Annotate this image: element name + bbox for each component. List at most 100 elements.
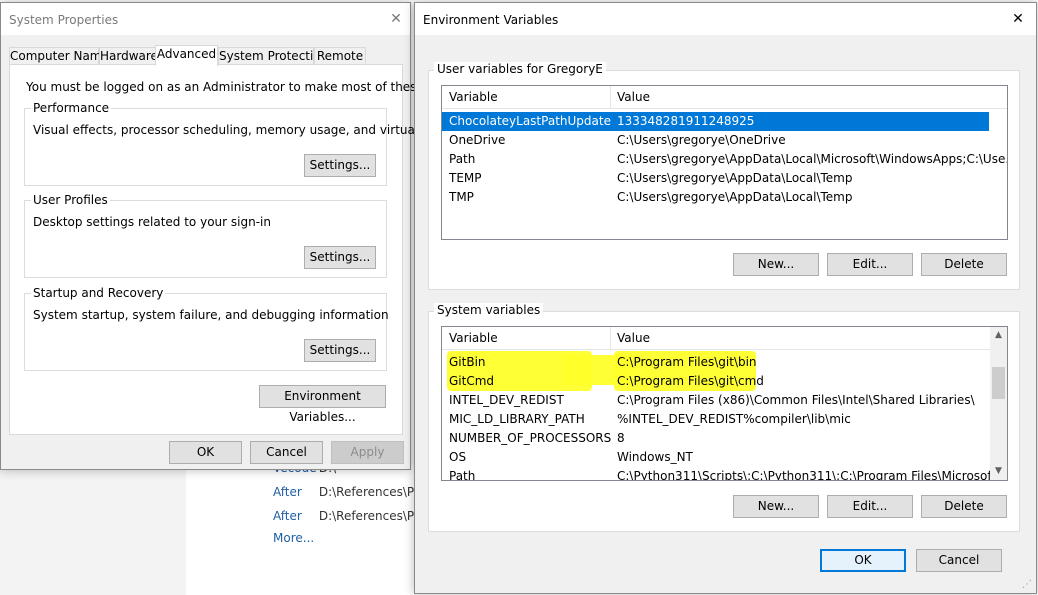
system-properties-titlebar[interactable]: System Properties ✕ bbox=[1, 3, 410, 35]
cancel-button[interactable]: Cancel bbox=[916, 549, 1002, 572]
resize-grip-icon[interactable]: ⋰ bbox=[1022, 579, 1034, 591]
row-value: 133348281911248925 bbox=[617, 114, 755, 128]
row-value: %INTEL_DEV_REDIST%compiler\lib\mic bbox=[617, 412, 851, 426]
column-header-variable[interactable]: Variable bbox=[449, 331, 498, 345]
system-variables-list[interactable]: Variable Value GitBin C:\Program Files\g… bbox=[441, 326, 1008, 481]
table-row[interactable]: OneDrive C:\Users\gregorye\OneDrive bbox=[442, 131, 989, 150]
scroll-down-icon[interactable]: ▼ bbox=[990, 463, 1007, 480]
user-variables-panel: User variables for GregoryE Variable Val… bbox=[428, 62, 1020, 290]
table-row[interactable]: TEMP C:\Users\gregorye\AppData\Local\Tem… bbox=[442, 169, 989, 188]
column-header-variable[interactable]: Variable bbox=[449, 90, 498, 104]
group-description: Visual effects, processor scheduling, me… bbox=[33, 123, 473, 137]
close-icon[interactable]: ✕ bbox=[1006, 7, 1030, 31]
row-variable: GitCmd bbox=[449, 374, 495, 388]
ok-button[interactable]: OK bbox=[820, 549, 906, 572]
user-delete-button[interactable]: Delete bbox=[921, 253, 1007, 276]
startup-recovery-settings-button[interactable]: Settings... bbox=[304, 339, 376, 362]
row-value: C:\Program Files\git\bin bbox=[617, 355, 757, 369]
user-edit-button[interactable]: Edit... bbox=[827, 253, 913, 276]
background-row-value: D:\References\Plu bbox=[318, 485, 426, 499]
close-icon[interactable]: ✕ bbox=[384, 7, 408, 31]
row-value: 8 bbox=[617, 431, 625, 445]
row-variable: Path bbox=[449, 469, 476, 481]
user-profiles-settings-button[interactable]: Settings... bbox=[304, 246, 376, 269]
table-row[interactable]: OS Windows_NT bbox=[442, 448, 989, 467]
row-variable: OS bbox=[449, 450, 467, 464]
performance-group: Performance Visual effects, processor sc… bbox=[24, 101, 472, 186]
group-description: Desktop settings related to your sign-in bbox=[33, 215, 271, 229]
user-profiles-group: User Profiles Desktop settings related t… bbox=[24, 193, 387, 278]
background-row: After D:\References\Plu bbox=[273, 485, 425, 499]
environment-variables-button[interactable]: Environment Variables... bbox=[259, 385, 386, 424]
group-label: Startup and Recovery bbox=[31, 286, 166, 300]
tab-advanced[interactable]: Advanced bbox=[155, 45, 218, 66]
table-row[interactable]: Path C:\Users\gregorye\AppData\Local\Mic… bbox=[442, 150, 1007, 169]
ok-button[interactable]: OK bbox=[169, 441, 242, 464]
tab-remote[interactable]: Remote bbox=[314, 47, 366, 65]
system-delete-button[interactable]: Delete bbox=[921, 495, 1007, 518]
list-header: Variable Value bbox=[442, 327, 1007, 350]
column-divider[interactable] bbox=[610, 86, 611, 108]
system-variables-scrollbar[interactable]: ▲ ▼ bbox=[990, 327, 1007, 480]
system-edit-button[interactable]: Edit... bbox=[827, 495, 913, 518]
row-value: C:\Users\gregorye\AppData\Local\Temp bbox=[617, 190, 853, 204]
column-header-value[interactable]: Value bbox=[617, 331, 650, 345]
background-row-key[interactable]: After bbox=[273, 509, 315, 523]
table-row[interactable]: ChocolateyLastPathUpdate 133348281911248… bbox=[442, 112, 989, 131]
system-new-button[interactable]: New... bbox=[733, 495, 819, 518]
row-value: C:\Program Files (x86)\Common Files\Inte… bbox=[617, 393, 975, 407]
group-label: Performance bbox=[31, 101, 112, 115]
background-left-pane bbox=[0, 470, 186, 595]
window-title: Environment Variables bbox=[423, 13, 559, 27]
environment-variables-window: Environment Variables ✕ User variables f… bbox=[414, 2, 1037, 594]
advanced-tab-panel: You must be logged on as an Administrato… bbox=[9, 64, 482, 435]
tab-computer-name[interactable]: Computer Name bbox=[9, 47, 109, 65]
row-value: Windows_NT bbox=[617, 450, 693, 464]
table-row[interactable]: TMP C:\Users\gregorye\AppData\Local\Temp bbox=[442, 188, 989, 207]
list-header: Variable Value bbox=[442, 86, 1007, 109]
row-variable: TEMP bbox=[449, 171, 482, 185]
row-value: C:\Program Files\git\cmd bbox=[617, 374, 764, 388]
table-row[interactable]: GitCmd C:\Program Files\git\cmd bbox=[442, 372, 989, 391]
background-row: After D:\References\Plu bbox=[273, 509, 425, 523]
row-variable: ChocolateyLastPathUpdate bbox=[449, 114, 611, 128]
row-value: C:\Users\gregorye\OneDrive bbox=[617, 133, 786, 147]
system-variables-label: System variables bbox=[434, 303, 544, 317]
apply-button[interactable]: Apply bbox=[331, 441, 404, 464]
row-variable: OneDrive bbox=[449, 133, 506, 147]
table-row[interactable]: Path C:\Python311\Scripts\;C:\Python311\… bbox=[442, 467, 1007, 481]
group-description: System startup, system failure, and debu… bbox=[33, 308, 389, 322]
environment-variables-titlebar[interactable]: Environment Variables ✕ bbox=[415, 3, 1036, 35]
user-variables-list[interactable]: Variable Value ChocolateyLastPathUpdate … bbox=[441, 85, 1008, 240]
cancel-button[interactable]: Cancel bbox=[250, 441, 323, 464]
scroll-up-icon[interactable]: ▲ bbox=[990, 327, 1007, 344]
column-divider[interactable] bbox=[610, 327, 611, 349]
table-row[interactable]: NUMBER_OF_PROCESSORS 8 bbox=[442, 429, 989, 448]
table-row[interactable]: INTEL_DEV_REDIST C:\Program Files (x86)\… bbox=[442, 391, 989, 410]
row-variable: NUMBER_OF_PROCESSORS bbox=[449, 431, 612, 445]
row-variable: INTEL_DEV_REDIST bbox=[449, 393, 564, 407]
row-value: C:\Users\gregorye\AppData\Local\Microsof… bbox=[617, 152, 1008, 166]
system-variables-panel: System variables Variable Value GitBin C… bbox=[428, 303, 1020, 532]
startup-recovery-group: Startup and Recovery System startup, sys… bbox=[24, 286, 389, 371]
tab-hardware[interactable]: Hardware bbox=[99, 47, 158, 65]
table-row[interactable]: GitBin C:\Program Files\git\bin bbox=[442, 353, 989, 372]
system-properties-window: System Properties ✕ Computer Name Hardwa… bbox=[0, 2, 482, 470]
row-variable: MIC_LD_LIBRARY_PATH bbox=[449, 412, 585, 426]
row-variable: GitBin bbox=[449, 355, 486, 369]
row-value: C:\Users\gregorye\AppData\Local\Temp bbox=[617, 171, 853, 185]
more-link[interactable]: More... bbox=[273, 531, 314, 545]
column-header-value[interactable]: Value bbox=[617, 90, 650, 104]
tab-system-protection[interactable]: System Protection bbox=[218, 47, 328, 65]
row-value: C:\Python311\Scripts\;C:\Python311\;C:\P… bbox=[617, 469, 1008, 481]
user-new-button[interactable]: New... bbox=[733, 253, 819, 276]
group-label: User Profiles bbox=[31, 193, 110, 207]
background-row-value: D:\References\Plu bbox=[318, 509, 426, 523]
row-variable: TMP bbox=[449, 190, 474, 204]
background-row-key[interactable]: After bbox=[273, 485, 315, 499]
performance-settings-button[interactable]: Settings... bbox=[304, 154, 376, 177]
table-row[interactable]: MIC_LD_LIBRARY_PATH %INTEL_DEV_REDIST%co… bbox=[442, 410, 989, 429]
row-variable: Path bbox=[449, 152, 476, 166]
scroll-thumb[interactable] bbox=[992, 367, 1005, 399]
window-title: System Properties bbox=[9, 13, 119, 27]
